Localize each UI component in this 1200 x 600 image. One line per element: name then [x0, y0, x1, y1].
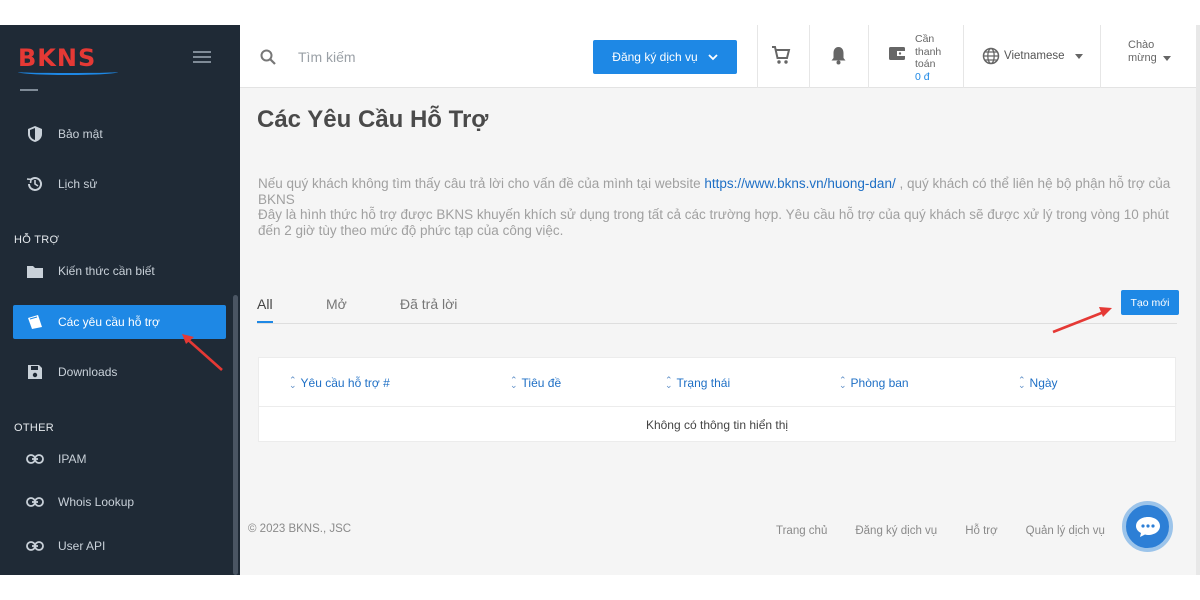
divider	[259, 406, 1175, 407]
sidebar-item-security[interactable]: Bảo mật	[13, 117, 226, 151]
empty-table-message: Không có thông tin hiển thị	[645, 418, 789, 432]
sidebar-item-label: Downloads	[58, 365, 118, 379]
payment-label: thanh	[915, 45, 942, 58]
sort-icon: ⌃ ⌄	[1018, 375, 1026, 390]
logo-swoosh	[18, 69, 118, 75]
search-icon	[260, 49, 276, 70]
folder-icon	[17, 264, 53, 279]
language-selector[interactable]: Vietnamese	[982, 47, 1083, 65]
divider	[1100, 25, 1101, 88]
active-tab-indicator	[257, 321, 273, 323]
column-header-department[interactable]: ⌃ ⌄ Phòng ban	[839, 375, 909, 391]
save-icon	[17, 364, 53, 380]
greeting-line: mừng	[1128, 52, 1157, 64]
copyright: © 2023 BKNS., JSC	[248, 523, 352, 535]
chat-bubble-icon	[1135, 516, 1160, 537]
section-heading-support: HỖ TRỢ	[14, 234, 60, 246]
column-header-label: Ngày	[1029, 376, 1058, 390]
cart-icon[interactable]	[771, 45, 791, 70]
footer-link-register[interactable]: Đăng ký dịch vụ	[855, 525, 937, 537]
footer-links: Trang chủ Đăng ký dịch vụ Hỗ trợ Quản lý…	[776, 525, 1133, 537]
divider	[20, 89, 38, 91]
annotation-arrow-icon	[1052, 307, 1112, 334]
footer-link-home[interactable]: Trang chủ	[776, 525, 827, 537]
page-scrollbar[interactable]	[1196, 25, 1200, 575]
link-icon	[17, 497, 53, 507]
language-label: Vietnamese	[1004, 50, 1065, 62]
history-icon	[17, 175, 53, 193]
sidebar-item-label: Lịch sử	[58, 177, 98, 191]
divider	[809, 25, 810, 88]
chevron-down-icon	[708, 53, 718, 60]
column-header-label: Tiêu đề	[521, 376, 562, 390]
caret-down-icon	[1162, 55, 1171, 61]
sidebar-item-history[interactable]: Lịch sử	[13, 167, 226, 201]
footer-link-support[interactable]: Hỗ trợ	[965, 525, 997, 537]
sidebar-item-user-api[interactable]: User API	[13, 529, 226, 563]
column-header-label: Trạng thái	[676, 376, 731, 390]
sidebar-item-label: Bảo mật	[58, 127, 103, 141]
payment-label: Cần	[915, 33, 935, 45]
payment-due[interactable]: Cần thanh toán 0 đ	[915, 33, 941, 83]
tab-all[interactable]: All	[257, 296, 273, 312]
chat-button[interactable]	[1122, 501, 1173, 552]
guide-link[interactable]: https://www.bkns.vn/huong-dan/	[704, 176, 895, 191]
column-header-status[interactable]: ⌃ ⌄ Trạng thái	[665, 375, 731, 391]
globe-icon	[982, 47, 1000, 65]
page-title: Các Yêu Cầu Hỗ Trợ	[257, 106, 489, 133]
wallet-icon[interactable]	[888, 45, 906, 67]
sidebar-item-label: User API	[58, 539, 106, 553]
link-icon	[17, 454, 53, 464]
sidebar-item-label: IPAM	[58, 452, 87, 466]
menu-toggle-icon[interactable]	[193, 51, 211, 64]
column-header-subject[interactable]: ⌃ ⌄ Tiêu đề	[510, 375, 562, 391]
page-description: Nếu quý khách không tìm thấy câu trả lời…	[258, 176, 1178, 238]
footer-link-manage[interactable]: Quản lý dịch vụ	[1026, 525, 1105, 537]
search-input[interactable]	[298, 45, 548, 69]
topbar: Đăng ký dịch vụ Cần thanh toán 0 đ Vietn…	[240, 25, 1200, 88]
user-menu[interactable]: Chào mừng	[1128, 39, 1171, 65]
logo[interactable]: BKNS	[18, 43, 118, 75]
link-icon	[17, 541, 53, 551]
divider	[963, 25, 964, 88]
description-text: Nếu quý khách không tìm thấy câu trả lời…	[258, 176, 705, 191]
sort-icon: ⌃ ⌄	[839, 375, 847, 390]
register-service-label: Đăng ký dịch vụ	[612, 50, 698, 64]
column-header-ticket-id[interactable]: ⌃ ⌄ Yêu cầu hỗ trợ #	[289, 375, 390, 391]
section-heading-other: OTHER	[14, 422, 54, 434]
ticket-icon	[17, 314, 53, 330]
tab-open[interactable]: Mở	[326, 296, 347, 312]
sort-icon: ⌃ ⌄	[289, 375, 297, 390]
sidebar-item-label: Kiến thức cần biết	[58, 264, 155, 278]
sort-icon: ⌃ ⌄	[510, 375, 518, 390]
sidebar-item-knowledge[interactable]: Kiến thức cần biết	[13, 254, 226, 288]
register-service-button[interactable]: Đăng ký dịch vụ	[593, 40, 737, 74]
sidebar-scrollbar[interactable]	[233, 295, 238, 575]
create-ticket-button[interactable]: Tạo mới	[1121, 290, 1179, 315]
bell-icon[interactable]	[830, 45, 847, 70]
caret-down-icon	[1074, 53, 1083, 59]
greeting-line: Chào	[1128, 39, 1155, 51]
payment-amount: 0 đ	[915, 70, 930, 83]
sidebar: BKNS Bảo mật Lịch sử HỖ TRỢ Kiến thức cầ…	[0, 25, 240, 575]
sidebar-item-label: Whois Lookup	[58, 495, 135, 509]
shield-icon	[17, 125, 53, 143]
annotation-arrow-icon	[182, 334, 223, 371]
tab-answered[interactable]: Đã trả lời	[400, 296, 457, 312]
divider	[757, 25, 758, 88]
column-header-label: Yêu cầu hỗ trợ #	[300, 376, 390, 390]
column-header-label: Phòng ban	[850, 376, 909, 390]
sidebar-item-label: Các yêu cầu hỗ trợ	[58, 315, 160, 329]
column-header-date[interactable]: ⌃ ⌄ Ngày	[1018, 375, 1058, 391]
sidebar-item-ipam[interactable]: IPAM	[13, 442, 226, 476]
payment-label: toán	[915, 58, 936, 70]
ticket-tabs: All Mở Đã trả lời	[257, 294, 1177, 324]
tickets-table: ⌃ ⌄ Yêu cầu hỗ trợ # ⌃ ⌄ Tiêu đề ⌃ ⌄ Trạng thá…	[258, 357, 1176, 442]
sidebar-item-whois[interactable]: Whois Lookup	[13, 485, 226, 519]
sort-icon: ⌃ ⌄	[665, 375, 673, 390]
description-text: Đây là hình thức hỗ trợ được BKNS khuyến…	[258, 207, 1169, 238]
logo-text: BKNS	[18, 44, 97, 72]
divider	[868, 25, 869, 88]
